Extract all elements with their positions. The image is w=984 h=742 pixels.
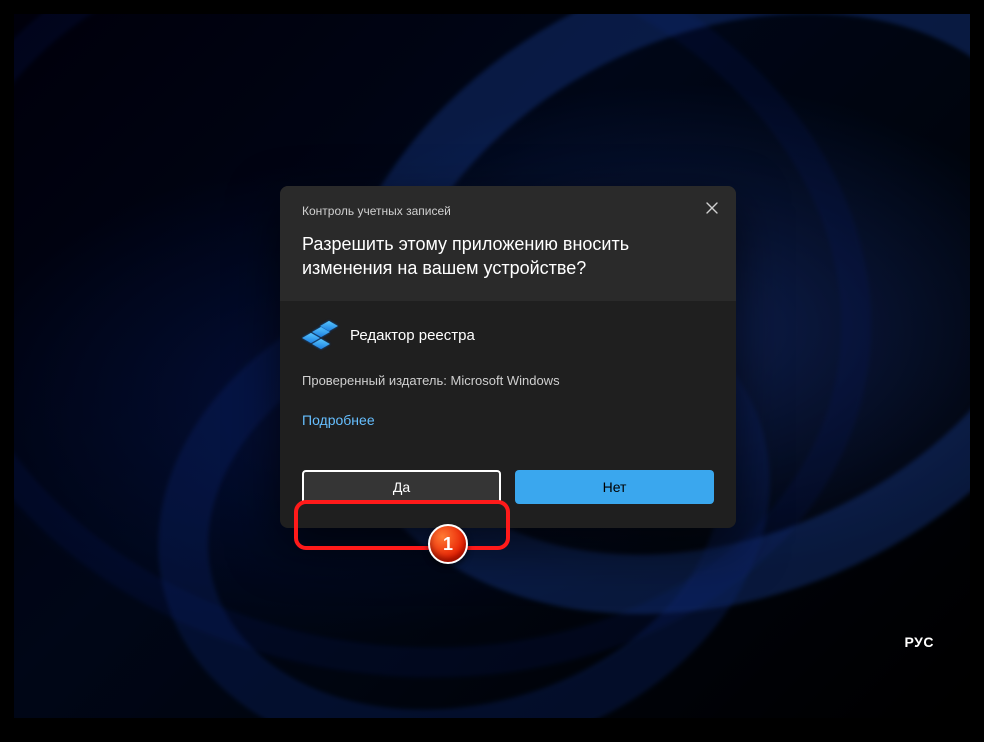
desktop-wallpaper: Контроль учетных записей Разрешить этому… [14,14,970,718]
dialog-body: Редактор реестра Проверенный издатель: M… [280,301,736,454]
dialog-header: Контроль учетных записей Разрешить этому… [280,186,736,301]
uac-dialog: Контроль учетных записей Разрешить этому… [280,186,736,528]
show-more-link[interactable]: Подробнее [302,412,375,442]
dialog-button-row: Да Нет [280,454,736,528]
app-name: Редактор реестра [350,327,475,344]
verified-publisher: Проверенный издатель: Microsoft Windows [302,373,714,388]
close-icon [706,201,718,219]
no-button[interactable]: Нет [515,470,714,504]
input-language-indicator[interactable]: РУС [905,634,934,650]
dialog-question: Разрешить этому приложению вносить измен… [302,232,714,281]
yes-button[interactable]: Да [302,470,501,504]
dialog-small-title: Контроль учетных записей [302,204,714,218]
close-button[interactable] [698,196,726,224]
app-identity-row: Редактор реестра [302,319,714,353]
regedit-icon [302,319,336,353]
